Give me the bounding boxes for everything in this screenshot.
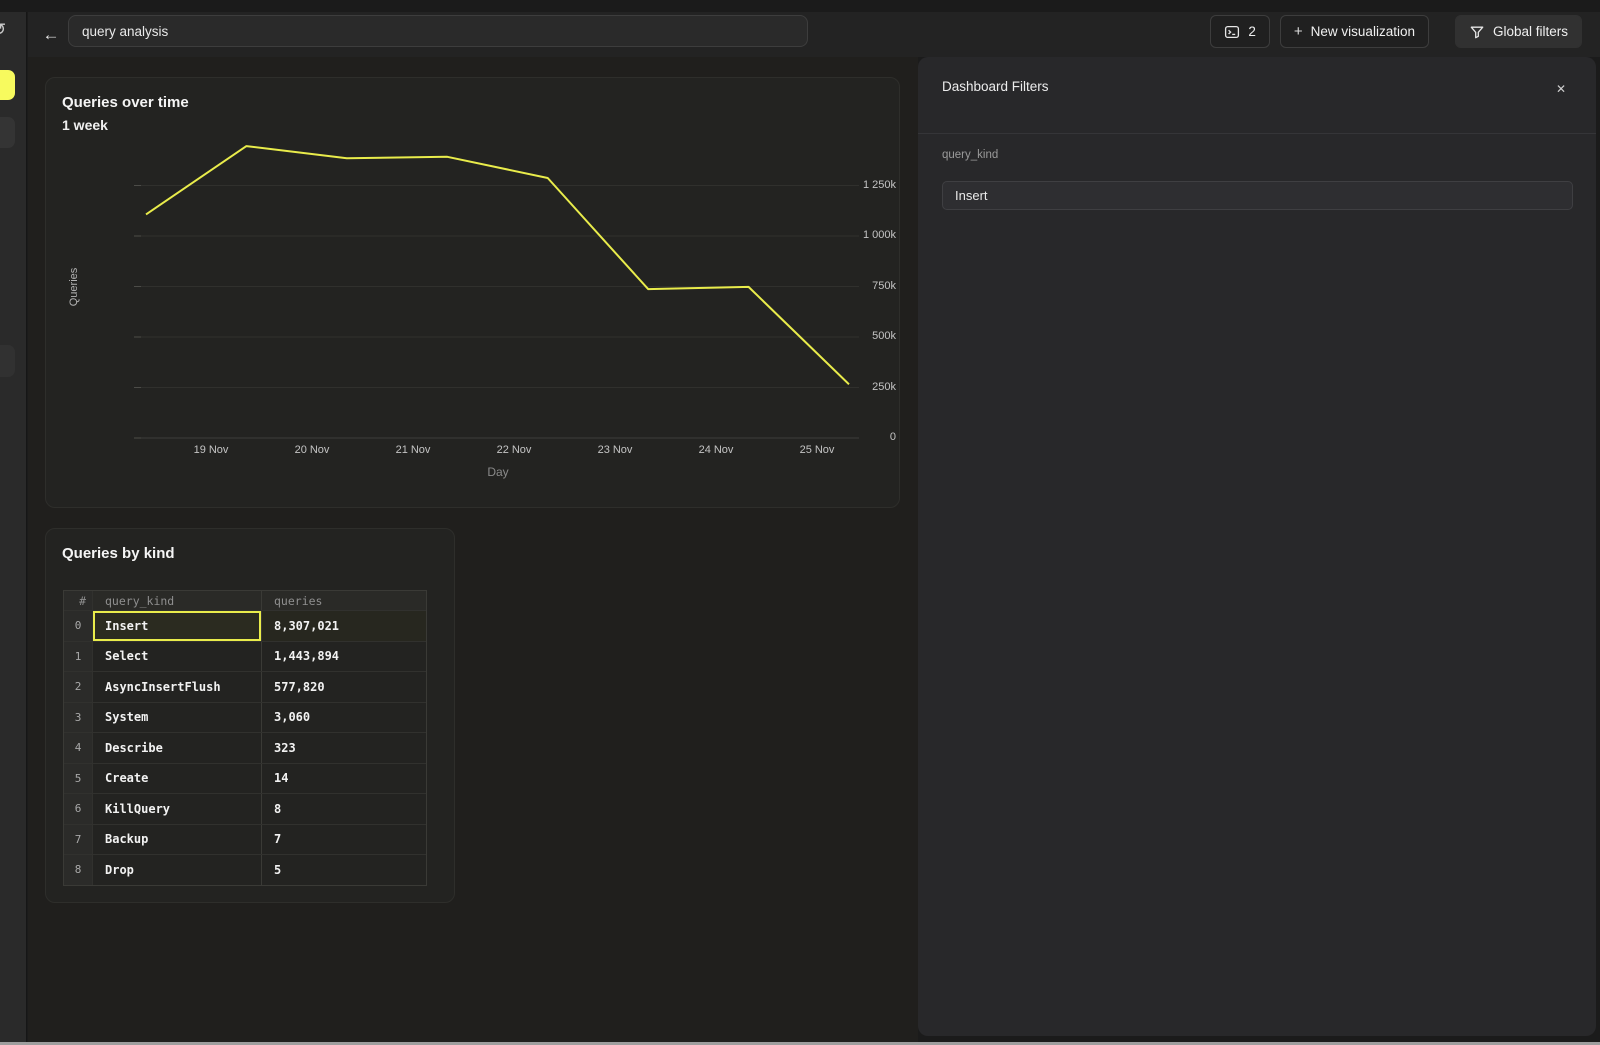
queries-value-cell[interactable]: 3,060 — [261, 703, 426, 733]
new-visualization-label: New visualization — [1311, 24, 1415, 39]
tab-count: 2 — [1248, 24, 1256, 39]
queries-value-cell[interactable]: 14 — [261, 764, 426, 794]
row-index-cell: 3 — [64, 703, 93, 733]
queries-value-cell[interactable]: 323 — [261, 733, 426, 763]
query-kind-filter-input[interactable] — [942, 181, 1573, 210]
row-index-cell: 6 — [64, 794, 93, 824]
sql-console-icon — [1224, 24, 1240, 40]
table-row: 4Describe323 — [64, 732, 426, 763]
query-kind-cell[interactable]: Describe — [93, 733, 261, 763]
close-icon[interactable]: ✕ — [1550, 79, 1572, 99]
query-kind-cell[interactable]: Insert — [93, 611, 261, 641]
query-kind-cell[interactable]: Drop — [93, 855, 261, 885]
column-header-query-kind[interactable]: query_kind — [93, 591, 261, 610]
sql-tab-count-button[interactable]: 2 — [1210, 15, 1270, 48]
y-axis-label: Queries — [68, 237, 80, 337]
filters-panel-title: Dashboard Filters — [942, 79, 1049, 94]
filter-field-label: query_kind — [942, 149, 998, 161]
global-filters-label: Global filters — [1493, 24, 1568, 39]
table-row: 2AsyncInsertFlush577,820 — [64, 671, 426, 702]
row-index-cell: 8 — [64, 855, 93, 885]
x-tick-label: 23 Nov — [598, 444, 633, 456]
dashboard-canvas: Queries over time 1 week Queries 0250k50… — [28, 57, 918, 1042]
x-tick-label: 20 Nov — [295, 444, 330, 456]
table-row: 5Create14 — [64, 763, 426, 794]
queries-value-cell[interactable]: 577,820 — [261, 672, 426, 702]
sidebar-item[interactable] — [0, 345, 15, 377]
x-axis-label: Day — [487, 465, 508, 479]
queries-value-cell[interactable]: 7 — [261, 825, 426, 855]
queries-value-cell[interactable]: 5 — [261, 855, 426, 885]
queries-value-cell[interactable]: 8 — [261, 794, 426, 824]
query-kind-cell[interactable]: Select — [93, 642, 261, 672]
queries-line-series — [146, 146, 849, 384]
sidebar-item-active[interactable] — [0, 70, 15, 100]
table-row: 1Select1,443,894 — [64, 641, 426, 672]
table-row: 8Drop5 — [64, 854, 426, 885]
new-visualization-button[interactable]: + New visualization — [1280, 15, 1429, 48]
queries-over-time-plot — [134, 128, 864, 481]
x-tick-label: 19 Nov — [194, 444, 229, 456]
row-index-cell: 5 — [64, 764, 93, 794]
queries-over-time-card: Queries over time 1 week Queries 0250k50… — [45, 77, 900, 508]
row-index-cell: 4 — [64, 733, 93, 763]
x-tick-label: 25 Nov — [800, 444, 835, 456]
x-tick-label: 21 Nov — [396, 444, 431, 456]
query-kind-cell[interactable]: AsyncInsertFlush — [93, 672, 261, 702]
dashboard-filters-panel: Dashboard Filters ✕ query_kind — [918, 57, 1596, 1036]
queries-value-cell[interactable]: 1,443,894 — [261, 642, 426, 672]
back-arrow-icon[interactable]: ← — [38, 23, 64, 47]
plus-icon: + — [1294, 23, 1303, 40]
table-row: 6KillQuery8 — [64, 793, 426, 824]
query-kind-cell[interactable]: KillQuery — [93, 794, 261, 824]
global-filters-button[interactable]: Global filters — [1455, 15, 1582, 48]
table-row: 7Backup7 — [64, 824, 426, 855]
queries-by-kind-table: #query_kindqueries0Insert8,307,0211Selec… — [63, 590, 427, 886]
query-kind-cell[interactable]: Create — [93, 764, 261, 794]
window-top-strip — [0, 0, 1600, 12]
row-index-cell: 7 — [64, 825, 93, 855]
app-sidebar: ↺ — [0, 12, 27, 1042]
top-bar: ← 2 + New visualization Global filters — [28, 12, 1600, 57]
chart-subtitle: 1 week — [62, 117, 108, 133]
row-index-cell: 0 — [64, 611, 93, 641]
dashboard-title-input[interactable] — [68, 15, 808, 47]
sidebar-item[interactable] — [0, 117, 15, 148]
table-row: 3System3,060 — [64, 702, 426, 733]
row-index-cell: 2 — [64, 672, 93, 702]
funnel-icon — [1469, 24, 1485, 40]
x-tick-label: 24 Nov — [699, 444, 734, 456]
row-index-cell: 1 — [64, 642, 93, 672]
query-kind-cell[interactable]: System — [93, 703, 261, 733]
table-header-row: #query_kindqueries — [64, 591, 426, 610]
x-tick-label: 22 Nov — [497, 444, 532, 456]
table-row: 0Insert8,307,021 — [64, 610, 426, 641]
queries-value-cell[interactable]: 8,307,021 — [261, 611, 426, 641]
history-icon[interactable]: ↺ — [0, 20, 6, 40]
query-kind-cell[interactable]: Backup — [93, 825, 261, 855]
chart-title: Queries over time — [62, 94, 189, 111]
topbar-actions: 2 + New visualization Global filters — [1210, 15, 1582, 48]
column-header-queries[interactable]: queries — [261, 591, 426, 610]
panel-divider — [918, 133, 1596, 134]
table-title: Queries by kind — [62, 545, 175, 562]
queries-by-kind-card: Queries by kind #query_kindqueries0Inser… — [45, 528, 455, 903]
column-header-index[interactable]: # — [64, 591, 93, 610]
